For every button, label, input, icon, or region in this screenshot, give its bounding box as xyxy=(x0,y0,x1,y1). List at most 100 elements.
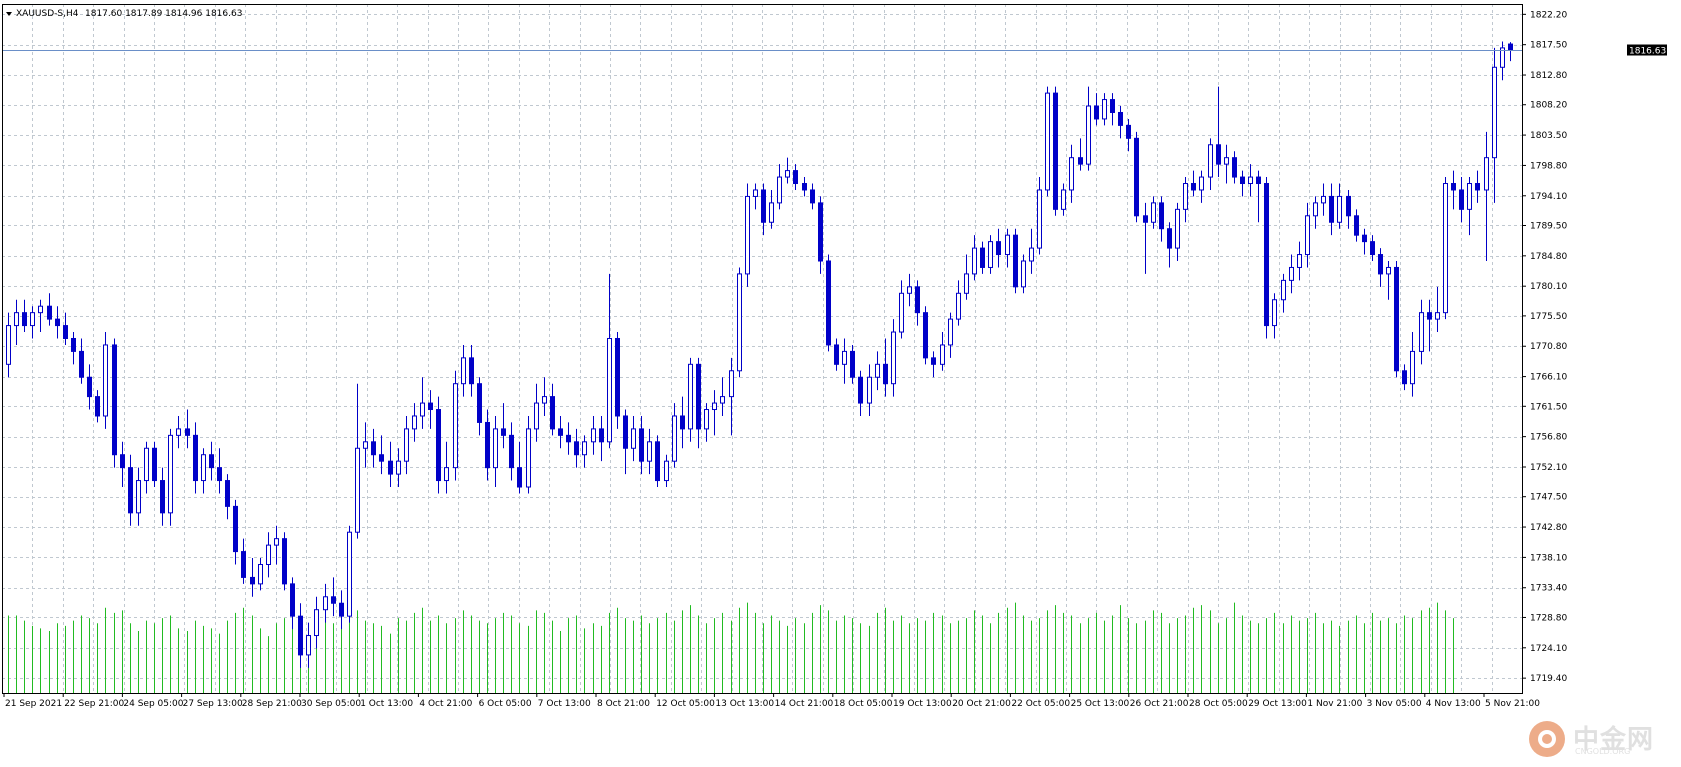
candle xyxy=(956,280,961,326)
candle xyxy=(185,409,190,449)
candle xyxy=(517,441,522,494)
candle xyxy=(371,428,376,468)
candle xyxy=(1467,177,1472,236)
candle xyxy=(1126,118,1131,152)
candle xyxy=(347,525,352,623)
candle xyxy=(1459,177,1464,223)
candle xyxy=(623,409,628,475)
candle xyxy=(615,332,620,429)
candle xyxy=(737,267,742,378)
price-tick-label: 1766.10 xyxy=(1530,373,1567,383)
candle xyxy=(631,415,636,462)
candle xyxy=(233,499,238,565)
candle xyxy=(1175,202,1180,262)
candle xyxy=(1500,41,1505,81)
price-tick-label: 1742.80 xyxy=(1530,523,1567,533)
current-price-label: 1816.63 xyxy=(1629,47,1666,57)
candle xyxy=(1029,228,1034,274)
candle xyxy=(972,235,977,281)
candle xyxy=(461,344,466,397)
candle xyxy=(298,603,303,668)
candle xyxy=(95,390,100,423)
candle xyxy=(493,415,498,488)
candle xyxy=(931,351,936,378)
time-tick-label: 18 Oct 05:00 xyxy=(834,699,893,709)
time-tick-label: 4 Nov 13:00 xyxy=(1426,699,1481,709)
price-tick-label: 1803.50 xyxy=(1530,131,1567,141)
candle xyxy=(176,415,181,449)
time-axis[interactable]: 21 Sep 2021 22 Sep 21:00 24 Sep 05:00 27 Se… xyxy=(3,693,1540,709)
candle xyxy=(412,403,417,442)
candle xyxy=(1297,241,1302,281)
candle xyxy=(209,441,214,481)
candle xyxy=(704,403,709,442)
candle xyxy=(1354,209,1359,242)
candle xyxy=(1005,228,1010,268)
candle xyxy=(1419,299,1424,365)
candle xyxy=(1199,170,1204,203)
candle xyxy=(1151,196,1156,229)
candle xyxy=(1102,93,1107,126)
price-tick-label: 1752.10 xyxy=(1530,463,1567,473)
candle xyxy=(1435,286,1440,333)
price-tick-label: 1756.80 xyxy=(1530,433,1567,443)
price-tick-label: 1770.80 xyxy=(1530,342,1567,352)
candle xyxy=(582,435,587,468)
candle xyxy=(258,558,263,591)
candle xyxy=(1061,183,1066,216)
candle xyxy=(923,306,928,365)
candle xyxy=(664,454,669,488)
time-tick-label: 24 Sep 05:00 xyxy=(123,699,183,709)
dropdown-triangle-icon[interactable] xyxy=(6,12,12,16)
candle xyxy=(1386,261,1391,300)
time-tick-label: 12 Oct 05:00 xyxy=(656,699,715,709)
candle xyxy=(753,183,758,210)
candle xyxy=(22,299,27,333)
candle xyxy=(1264,177,1269,339)
time-tick-label: 21 Sep 2021 xyxy=(5,699,62,709)
candle xyxy=(128,454,133,526)
candle xyxy=(964,254,969,300)
chart-canvas[interactable]: 1822.20 1817.50 1812.80 1808.20 1803.50 1798.… xyxy=(0,0,1681,767)
candle xyxy=(363,422,368,468)
candle xyxy=(988,235,993,274)
candle xyxy=(558,415,563,449)
candle xyxy=(1191,170,1196,197)
candle xyxy=(274,525,279,565)
candle xyxy=(672,403,677,468)
candle xyxy=(282,532,287,591)
volume-bars xyxy=(8,602,1454,693)
candle xyxy=(428,390,433,429)
candle xyxy=(996,228,1001,268)
candle xyxy=(818,196,823,274)
candle xyxy=(745,183,750,287)
time-tick-label: 26 Oct 21:00 xyxy=(1130,699,1189,709)
time-tick-label: 27 Sep 13:00 xyxy=(183,699,243,709)
time-tick-label: 29 Oct 13:00 xyxy=(1248,699,1307,709)
price-tick-label: 1775.50 xyxy=(1530,312,1567,322)
candle xyxy=(1216,86,1221,178)
candle xyxy=(1118,106,1123,139)
time-tick-label: 7 Oct 13:00 xyxy=(538,699,591,709)
candle xyxy=(1069,144,1074,203)
candle xyxy=(542,377,547,416)
candle xyxy=(1305,202,1310,268)
price-axis[interactable]: 1822.20 1817.50 1812.80 1808.20 1803.50 1798.… xyxy=(1522,10,1567,684)
candle xyxy=(306,622,311,668)
candle xyxy=(1224,144,1229,184)
time-tick-label: 19 Oct 13:00 xyxy=(893,699,952,709)
price-tick-label: 1794.10 xyxy=(1530,192,1567,202)
time-tick-label: 1 Nov 21:00 xyxy=(1307,699,1362,709)
candle xyxy=(1183,177,1188,223)
time-tick-label: 20 Oct 21:00 xyxy=(952,699,1011,709)
candle xyxy=(63,312,68,345)
price-tick-label: 1780.10 xyxy=(1530,282,1567,292)
candle xyxy=(87,364,92,410)
candle xyxy=(1013,228,1018,294)
price-tick-label: 1822.20 xyxy=(1530,10,1567,20)
time-tick-label: 5 Nov 21:00 xyxy=(1485,699,1540,709)
candle xyxy=(1078,138,1083,171)
candle xyxy=(1313,196,1318,229)
candle xyxy=(858,370,863,416)
candle xyxy=(899,280,904,339)
